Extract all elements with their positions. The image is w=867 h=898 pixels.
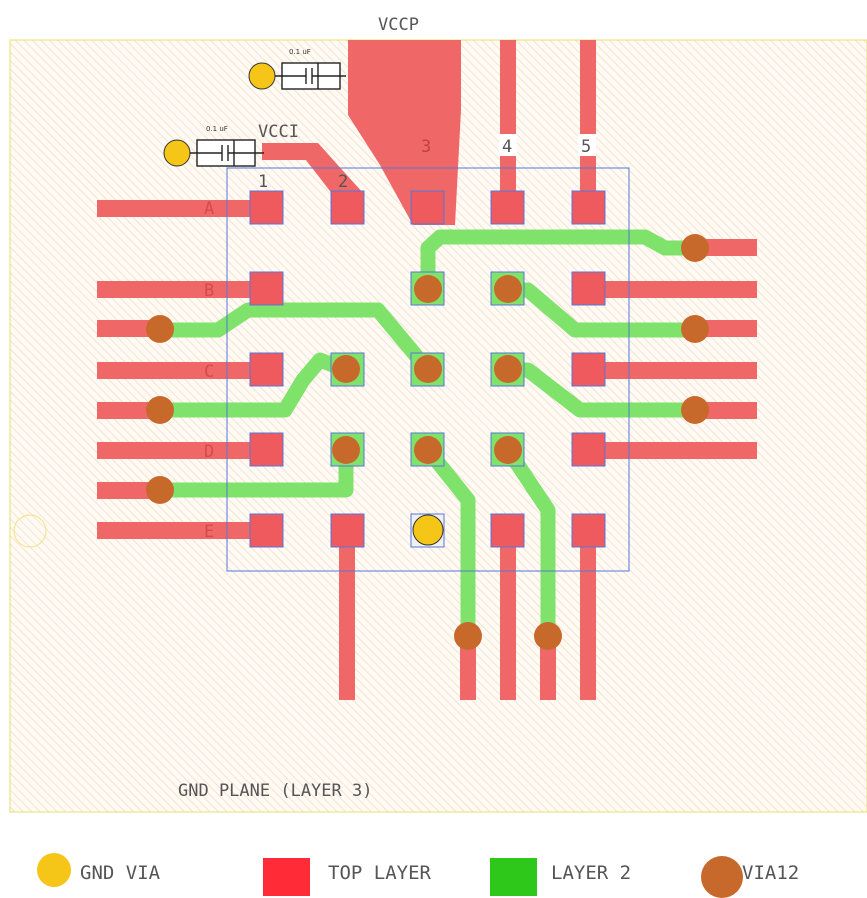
trace-bottom-4 (500, 530, 516, 700)
pad-a3 (410, 190, 445, 225)
via12-right-3 (681, 396, 709, 424)
pad-e1 (249, 513, 284, 548)
pcb-layout-diagram: VCCP VCCI 0.1 uF 0.1 uF GND PLANE (LAYER… (9, 15, 867, 898)
trace-left-b1 (97, 281, 267, 298)
cap-left-value-label: 0.1 uF (206, 125, 228, 133)
via12-left-3 (146, 476, 174, 504)
legend-gnd-via-label: GND VIA (80, 862, 161, 884)
pad-b5 (571, 271, 606, 306)
via12-left-2 (146, 396, 174, 424)
gnd-via-cap-top (248, 62, 276, 90)
trace-right-c (590, 362, 757, 379)
row-label-c: C (204, 362, 214, 382)
trace-bottom-2 (339, 530, 355, 700)
pad-b1 (249, 271, 284, 306)
trace-right-b (590, 281, 757, 298)
via12-c4 (494, 355, 522, 383)
trace-left-d1 (97, 442, 267, 459)
legend-layer2-label: LAYER 2 (551, 862, 631, 884)
via12-b3 (414, 275, 442, 303)
pad-a1 (249, 190, 284, 225)
via12-bottom-2 (534, 622, 562, 650)
col-label-2: 2 (338, 172, 348, 192)
pad-a4 (490, 190, 525, 225)
row-label-a: A (204, 199, 214, 219)
legend-top-layer-swatch (263, 858, 310, 896)
legend-layer2-swatch (490, 858, 537, 896)
pad-e5 (571, 513, 606, 548)
legend-gnd-via-swatch (37, 853, 71, 887)
via12-bottom-1 (454, 622, 482, 650)
trace-left-c1 (97, 362, 267, 379)
via12-left-1 (146, 315, 174, 343)
via12-d3 (414, 436, 442, 464)
pad-d1 (249, 432, 284, 467)
via12-d4 (494, 436, 522, 464)
col-label-5: 5 (581, 137, 591, 157)
legend-top-layer-label: TOP LAYER (328, 862, 432, 884)
trace-top-col5 (580, 40, 596, 208)
legend: GND VIA TOP LAYER LAYER 2 VIA12 (37, 853, 799, 898)
via12-d2 (332, 436, 360, 464)
pad-c1 (249, 352, 284, 387)
pad-a5 (571, 190, 606, 225)
pad-a2 (330, 190, 365, 225)
gnd-via-e3 (412, 514, 444, 546)
trace-bottom-5 (580, 530, 596, 700)
pad-d5 (571, 432, 606, 467)
vcci-label: VCCI (258, 122, 299, 142)
cap-top-value-label: 0.1 uF (289, 48, 311, 56)
via12-right-2 (681, 315, 709, 343)
row-label-b: B (204, 281, 214, 301)
capacitor-top (275, 62, 346, 90)
via12-c3 (414, 355, 442, 383)
pad-e4 (490, 513, 525, 548)
col-label-3: 3 (421, 137, 431, 157)
via12-right-1 (681, 234, 709, 262)
trace-left-e (97, 522, 267, 539)
gnd-via-cap-left (163, 139, 191, 167)
gnd-plane-label: GND PLANE (LAYER 3) (178, 781, 372, 801)
col-label-1: 1 (258, 172, 268, 192)
legend-via12-label: VIA12 (742, 862, 799, 884)
trace-left-a (97, 200, 267, 217)
via12-c2 (332, 355, 360, 383)
row-label-d: D (204, 442, 214, 462)
pad-c5 (571, 352, 606, 387)
via12-b4 (494, 275, 522, 303)
legend-via12-swatch (701, 856, 743, 898)
row-label-e: E (204, 522, 214, 542)
vccp-label: VCCP (378, 15, 419, 35)
trace-top-col4 (500, 40, 516, 208)
pad-e2 (330, 513, 365, 548)
trace-right-d (590, 442, 757, 459)
col-label-4: 4 (502, 137, 512, 157)
capacitor-left (190, 139, 264, 167)
